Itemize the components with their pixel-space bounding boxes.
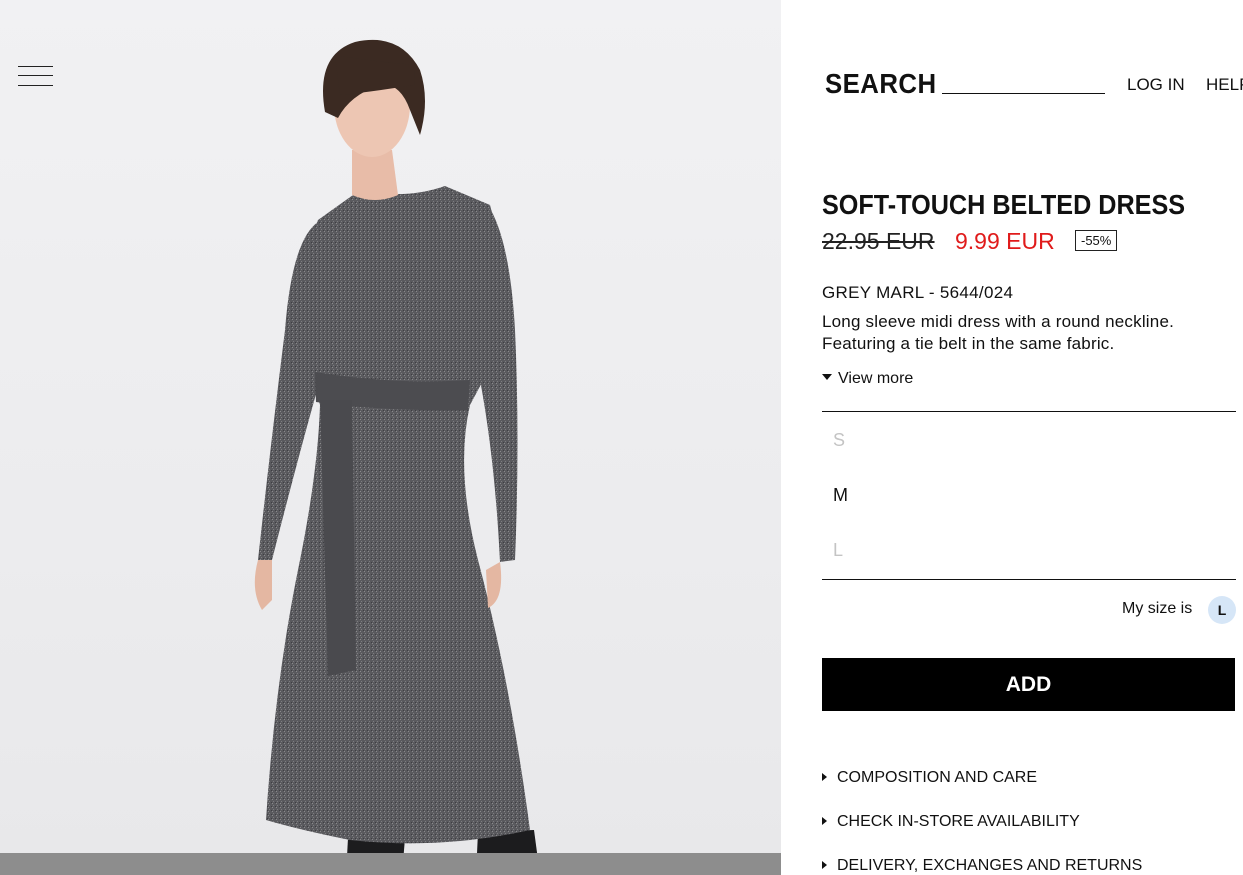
store-availability-label: CHECK IN-STORE AVAILABILITY <box>837 813 1080 830</box>
old-price: 22.95 EUR <box>822 228 935 254</box>
menu-bar <box>18 66 53 67</box>
product-title: SOFT-TOUCH BELTED DRESS <box>822 189 1186 220</box>
size-selector: S M L <box>822 411 1236 580</box>
sale-price: 9.99 EUR <box>955 228 1055 254</box>
delivery-returns-label: DELIVERY, EXCHANGES AND RETURNS <box>837 857 1143 874</box>
discount-badge: -55% <box>1075 230 1118 251</box>
size-option-l[interactable]: L <box>833 540 843 561</box>
caret-down-icon <box>822 374 832 380</box>
caret-right-icon <box>822 861 827 869</box>
menu-bar <box>18 75 53 76</box>
model-image <box>254 39 540 875</box>
product-description: Long sleeve midi dress with a round neck… <box>822 312 1175 353</box>
add-to-cart-button[interactable]: ADD <box>822 658 1235 711</box>
menu-bar <box>18 85 53 86</box>
size-option-m[interactable]: M <box>833 485 848 506</box>
color-reference: GREY MARL - 5644/024 <box>822 283 1014 302</box>
product-photo <box>0 0 781 875</box>
my-size-badge[interactable]: L <box>1208 596 1236 624</box>
menu-icon[interactable] <box>18 66 53 88</box>
my-size-label: My size is <box>1122 600 1193 617</box>
floor <box>0 853 781 875</box>
login-link[interactable]: LOG IN <box>1127 75 1185 95</box>
search-input[interactable] <box>942 93 1105 94</box>
composition-care-link[interactable]: COMPOSITION AND CARE <box>822 769 1037 787</box>
view-more-link[interactable]: View more <box>822 370 913 388</box>
store-availability-link[interactable]: CHECK IN-STORE AVAILABILITY <box>822 813 1080 831</box>
caret-right-icon <box>822 817 827 825</box>
search-label[interactable]: SEARCH <box>825 68 937 100</box>
delivery-returns-link[interactable]: DELIVERY, EXCHANGES AND RETURNS <box>822 857 1142 875</box>
view-more-label: View more <box>838 370 914 387</box>
composition-care-label: COMPOSITION AND CARE <box>837 769 1038 786</box>
size-option-s[interactable]: S <box>833 430 845 451</box>
caret-right-icon <box>822 773 827 781</box>
help-link[interactable]: HELP <box>1206 75 1243 95</box>
product-panel: SEARCH LOG IN HELP SOFT-TOUCH BELTED DRE… <box>781 0 1243 875</box>
